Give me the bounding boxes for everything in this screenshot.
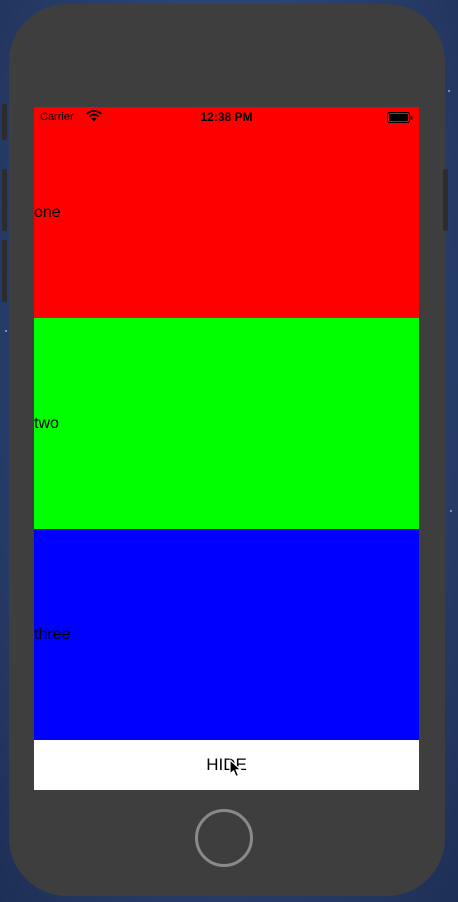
- battery-icon: [387, 112, 413, 123]
- stack-row-two: two: [34, 318, 419, 529]
- home-button[interactable]: [195, 809, 253, 867]
- background-star: [5, 330, 7, 332]
- status-bar: Carrier 12:38 PM: [34, 107, 419, 127]
- mute-switch: [2, 104, 7, 140]
- device-screen: one two three Carrier 12:38 PM HIDE: [34, 107, 419, 790]
- status-time: 12:38 PM: [200, 110, 253, 124]
- row-one-label: one: [34, 204, 61, 221]
- volume-up-button: [2, 169, 7, 231]
- background-star: [448, 90, 450, 92]
- stack-row-one: one: [34, 107, 419, 318]
- stack-row-three: three: [34, 529, 419, 740]
- power-button: [443, 169, 448, 231]
- hide-button[interactable]: HIDE: [34, 740, 419, 790]
- mouse-pointer-icon: [229, 759, 242, 778]
- background-star: [450, 510, 452, 512]
- row-two-label: two: [34, 415, 59, 432]
- volume-down-button: [2, 240, 7, 302]
- row-three-label: three: [34, 626, 71, 643]
